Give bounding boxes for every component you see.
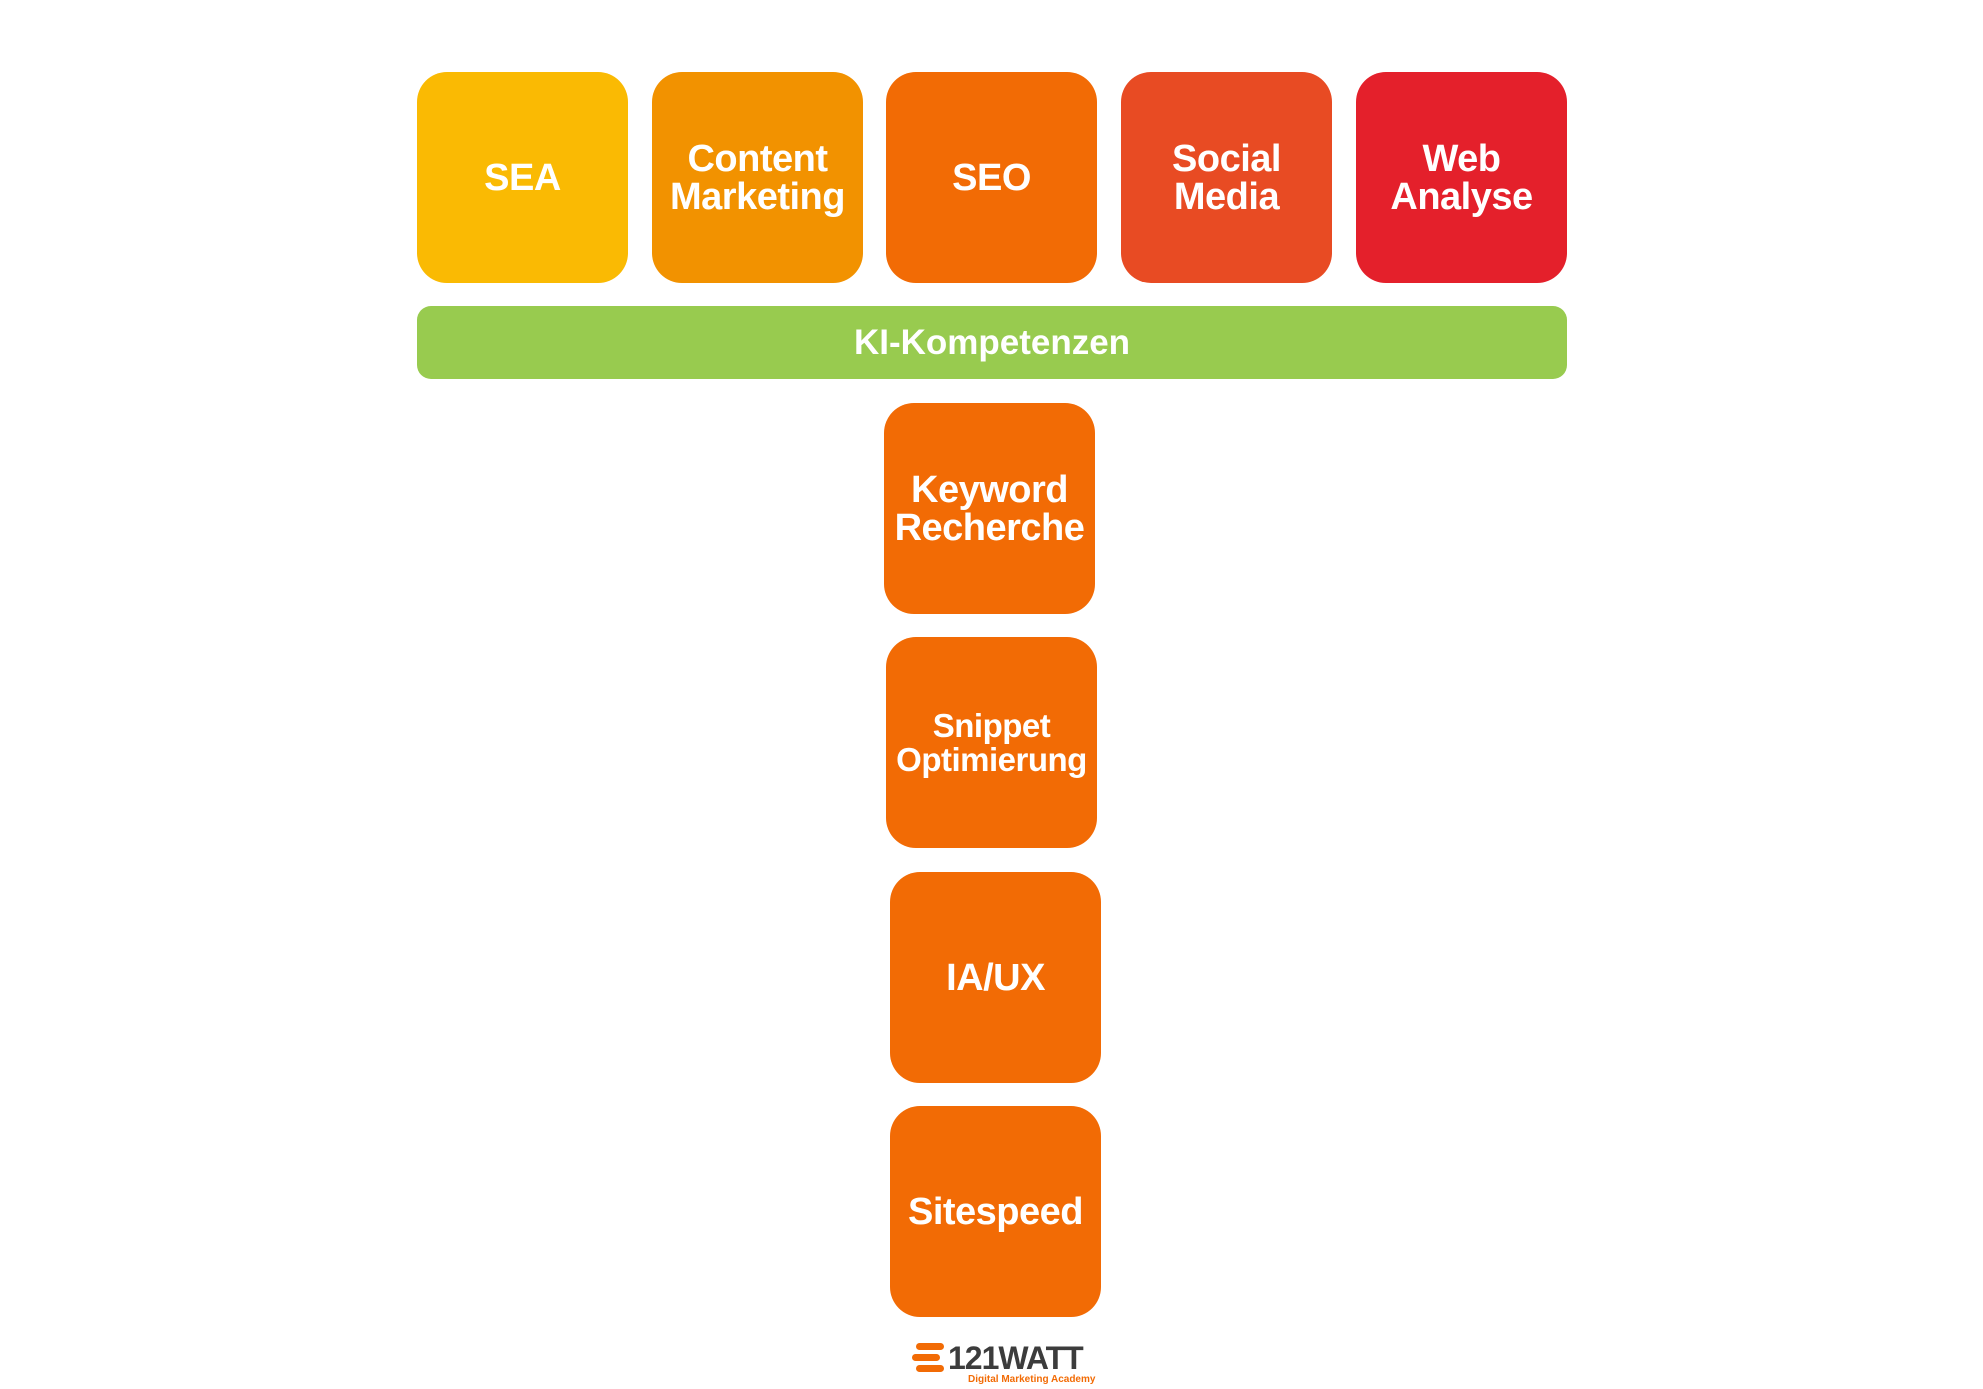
box-social-media: Social Media [1121,72,1332,283]
logo-121watt: 121WATT Digital Marketing Academy [912,1340,1096,1386]
logo-wordmark: 121WATT [948,1340,1084,1376]
box-label: SEO [952,156,1031,199]
box-web-analyse: Web Analyse [1356,72,1567,283]
box-label: Social Media [1172,137,1281,218]
box-label: SEA [484,156,561,199]
box-label: Sitespeed [907,1190,1084,1233]
box-ia-ux: IA/UX [890,872,1101,1083]
box-keyword-recherche: Keyword Recherche [884,403,1095,614]
box-label: Snippet Optimierung [896,706,1087,778]
logo-stripes-icon [912,1343,946,1373]
bar-label: KI-Kompetenzen [853,322,1131,362]
box-snippet-optimierung: Snippet Optimierung [886,637,1097,848]
box-content-marketing: Content Marketing [652,72,863,283]
box-label: Keyword Recherche [894,468,1085,549]
box-label: Web Analyse [1390,137,1533,218]
box-label: IA/UX [946,956,1045,999]
box-label: Content Marketing [670,137,845,218]
ki-kompetenzen-bar: KI-Kompetenzen [417,306,1567,379]
box-seo: SEO [886,72,1097,283]
box-sea: SEA [417,72,628,283]
logo-tagline: Digital Marketing Academy [968,1374,1096,1385]
box-sitespeed: Sitespeed [890,1106,1101,1317]
